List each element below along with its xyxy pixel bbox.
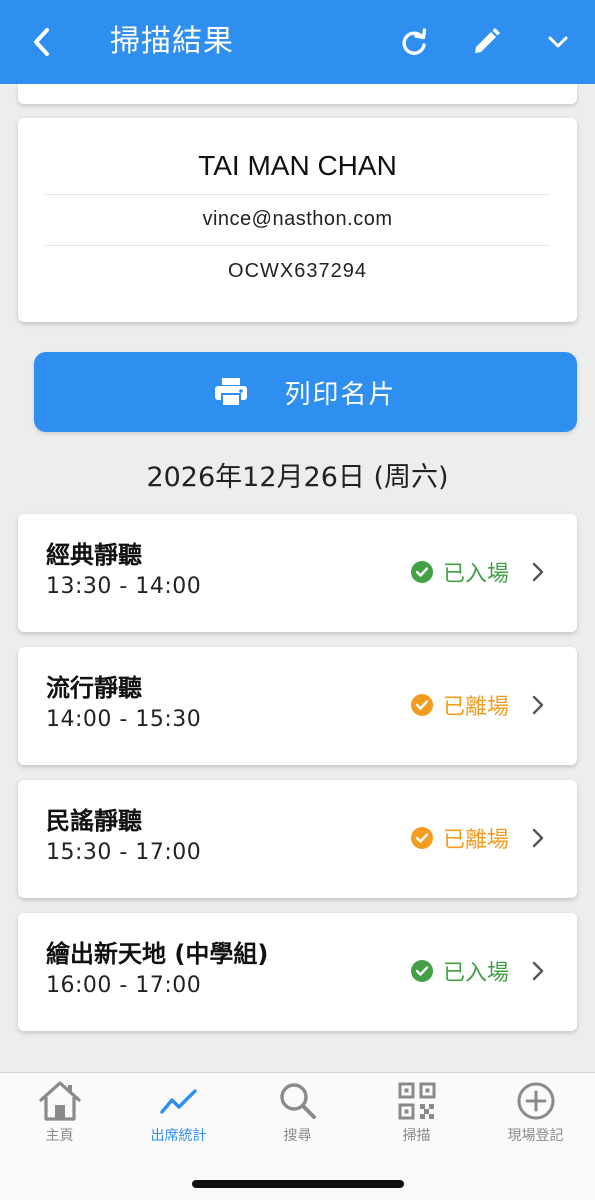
tab-scan[interactable]: 掃描 <box>357 1073 476 1153</box>
tab-home[interactable]: 主頁 <box>0 1073 119 1153</box>
divider <box>45 194 550 195</box>
home-indicator <box>192 1180 404 1188</box>
status-badge: 已離場 <box>410 822 509 854</box>
status-badge: 已入場 <box>410 556 509 588</box>
check-circle-icon <box>410 827 433 849</box>
session-item[interactable]: 繪出新天地 (中學組) 16:00 - 17:00 已入場 <box>18 913 577 1031</box>
session-time: 16:00 - 17:00 <box>46 973 202 998</box>
trend-chart-icon <box>156 1079 202 1123</box>
check-circle-icon <box>410 960 433 982</box>
refresh-icon <box>402 28 427 55</box>
status-label: 已入場 <box>442 961 509 986</box>
check-circle-icon <box>410 694 433 716</box>
back-button[interactable] <box>22 22 62 62</box>
chevron-left-icon <box>34 28 49 56</box>
attendee-code: OCWX637294 <box>228 260 367 282</box>
qr-code-icon <box>394 1079 440 1123</box>
tab-attendance-stats[interactable]: 出席統計 <box>119 1073 238 1153</box>
printer-icon <box>214 375 248 409</box>
search-icon <box>275 1079 321 1123</box>
chevron-right-icon <box>529 826 547 850</box>
session-item[interactable]: 經典靜聽 13:30 - 14:00 已入場 <box>18 514 577 632</box>
session-title: 經典靜聽 <box>46 541 142 569</box>
chevron-right-icon <box>529 959 547 983</box>
check-circle-icon <box>410 561 433 583</box>
tab-search[interactable]: 搜尋 <box>238 1073 357 1153</box>
chevron-right-icon <box>529 693 547 717</box>
tab-label: 掃描 <box>402 1128 431 1144</box>
session-time: 14:00 - 15:30 <box>46 707 202 732</box>
divider <box>45 245 550 246</box>
session-item[interactable]: 民謠靜聽 15:30 - 17:00 已離場 <box>18 780 577 898</box>
tab-label: 搜尋 <box>283 1128 312 1144</box>
edit-button[interactable] <box>466 22 506 62</box>
dropdown-button[interactable] <box>538 22 578 62</box>
print-card-button[interactable]: 列印名片 <box>34 352 577 432</box>
previous-card <box>18 84 577 104</box>
page-title: 掃描結果 <box>110 24 234 59</box>
tab-label: 出席統計 <box>150 1128 207 1144</box>
status-badge: 已離場 <box>410 689 509 721</box>
status-label: 已入場 <box>442 562 509 587</box>
session-item[interactable]: 流行靜聽 14:00 - 15:30 已離場 <box>18 647 577 765</box>
attendee-email: vince@nasthon.com <box>202 208 393 230</box>
status-badge: 已入場 <box>410 955 509 987</box>
chevron-right-icon <box>529 560 547 584</box>
app-bar: 掃描結果 <box>0 0 595 84</box>
attendee-name: TAI MAN CHAN <box>198 150 397 181</box>
status-label: 已離場 <box>442 695 509 720</box>
session-title: 繪出新天地 (中學組) <box>46 940 269 968</box>
refresh-button[interactable] <box>394 22 434 62</box>
session-title: 流行靜聽 <box>46 674 142 702</box>
session-time: 13:30 - 14:00 <box>46 574 202 599</box>
tab-label: 主頁 <box>45 1128 74 1144</box>
session-date: 2026年12月26日 (周六) <box>146 462 449 493</box>
print-button-label: 列印名片 <box>284 379 397 410</box>
status-label: 已離場 <box>442 828 509 853</box>
chevron-down-icon <box>548 36 568 48</box>
tab-label: 現場登記 <box>507 1128 564 1144</box>
tab-onsite-registration[interactable]: 現場登記 <box>476 1073 595 1153</box>
home-icon <box>37 1079 83 1123</box>
session-time: 15:30 - 17:00 <box>46 840 202 865</box>
edit-pencil-icon <box>475 28 500 53</box>
plus-circle-icon <box>513 1079 559 1123</box>
session-title: 民謠靜聽 <box>46 807 142 835</box>
profile-card: TAI MAN CHAN vince@nasthon.com OCWX63729… <box>18 118 577 322</box>
